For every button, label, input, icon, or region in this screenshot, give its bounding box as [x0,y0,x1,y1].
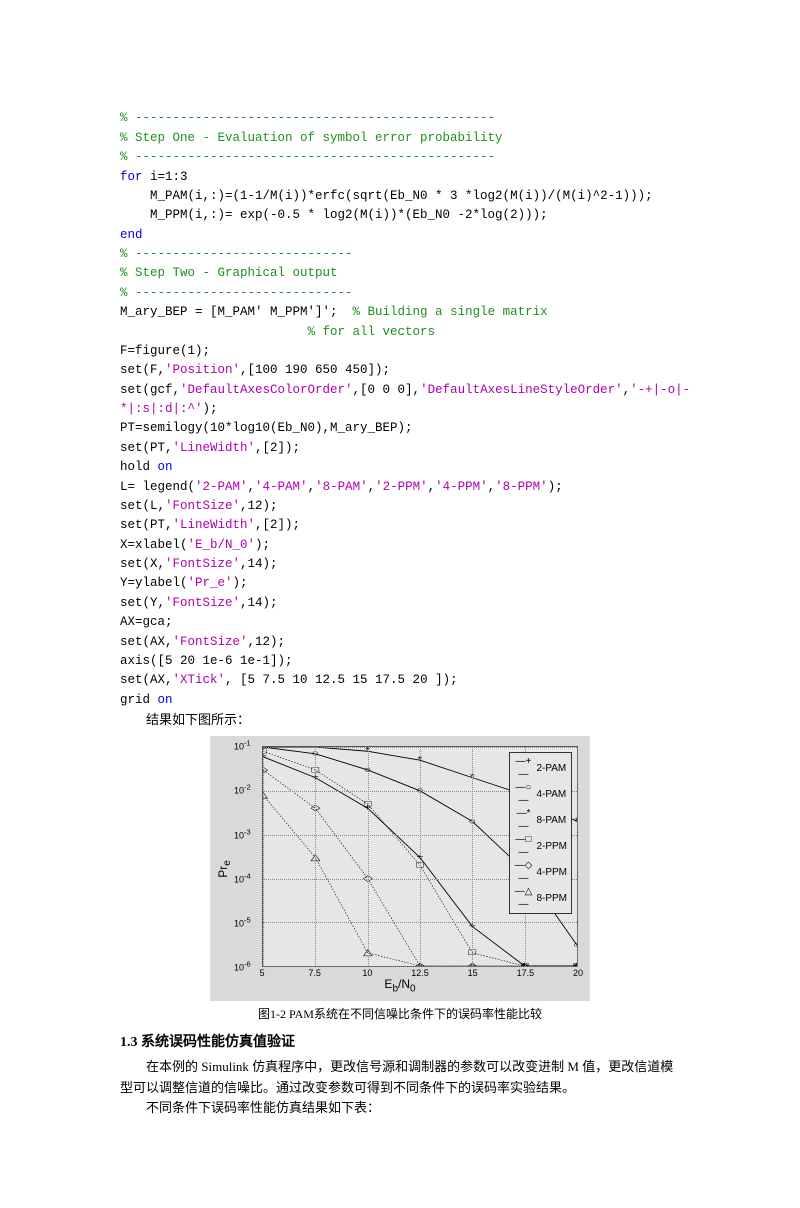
code-text: M_ary_BEP = [M_PAM' M_PPM']'; [120,305,353,319]
code-text: ,[100 190 650 450]); [240,363,390,377]
code-text: grid [120,693,158,707]
code-comment: % Step One - Evaluation of symbol error … [120,131,503,145]
code-text: i=1:3 [143,170,188,184]
code-text: set(AX, [120,635,173,649]
code-string: 'Pr_e' [188,576,233,590]
code-string: '4-PAM' [255,480,308,494]
code-keyword: end [120,228,143,242]
legend-item: —+—2-PAM [514,755,567,781]
code-comment: % for all vectors [120,325,435,339]
code-string: 'FontSize' [165,499,240,513]
code-string: '8-PPM' [495,480,548,494]
result-intro-text: 结果如下图所示： [120,710,680,730]
code-keyword: for [120,170,143,184]
code-string: 'LineWidth' [173,441,256,455]
code-string: '8-PAM' [315,480,368,494]
ber-chart: +++++++○○○○○○○*******□□□□□□□◇◇◇◇◇◇◇△△△△△… [210,736,590,1001]
matlab-code-block: % --------------------------------------… [120,90,680,710]
code-string: 'LineWidth' [173,518,256,532]
code-string: 'XTick' [173,673,226,687]
code-text: axis([5 20 1e-6 1e-1]); [120,654,293,668]
code-comment: % Step Two - Graphical output [120,266,338,280]
code-text: hold [120,460,158,474]
code-text: set(PT, [120,441,173,455]
code-text: ,14); [240,557,278,571]
code-text: ); [233,576,248,590]
code-string: 'Position' [165,363,240,377]
legend-item: —□—2-PPM [514,833,567,859]
code-text: set(PT, [120,518,173,532]
code-string: '2-PPM' [375,480,428,494]
code-text: L= legend( [120,480,195,494]
code-string: '4-PPM' [435,480,488,494]
code-string: 'DefaultAxesLineStyleOrder' [420,383,623,397]
code-string: 'FontSize' [165,557,240,571]
paragraph: 不同条件下误码率性能仿真结果如下表： [120,1098,680,1118]
code-text: PT=semilogy(10*log10(Eb_N0),M_ary_BEP); [120,421,413,435]
code-comment: % --------------------------------------… [120,111,495,125]
code-comment: % ----------------------------- [120,286,353,300]
code-text: set(X, [120,557,165,571]
code-text: , [623,383,631,397]
code-keyword: on [158,460,173,474]
code-text: M_PAM(i,:)=(1-1/M(i))*erfc(sqrt(Eb_N0 * … [120,189,653,203]
code-text: ); [255,538,270,552]
code-keyword: on [158,693,173,707]
code-string: '-+|-o|- [630,383,690,397]
legend-item: —*—8-PAM [514,807,567,833]
code-text: Y=ylabel( [120,576,188,590]
code-string: 'FontSize' [173,635,248,649]
code-string: *|:s|:d|:^' [120,402,203,416]
code-comment: % ----------------------------- [120,247,353,261]
code-text: ,[2]); [255,518,300,532]
code-text: M_PPM(i,:)= exp(-0.5 * log2(M(i))*(Eb_N0… [120,208,548,222]
legend-item: —◇—4-PPM [514,859,567,885]
code-text: ,12); [240,499,278,513]
chart-caption: 图1-2 PAM系统在不同信噪比条件下的误码率性能比较 [120,1005,680,1024]
legend-item: —○—4-PAM [514,781,567,807]
code-string: 'E_b/N_0' [188,538,256,552]
chart-legend: —+—2-PAM—○—4-PAM—*—8-PAM—□—2-PPM—◇—4-PPM… [509,752,572,914]
code-text: X=xlabel( [120,538,188,552]
code-string: '2-PAM' [195,480,248,494]
code-text: ); [203,402,218,416]
code-text: ,[0 0 0], [353,383,421,397]
code-comment: % --------------------------------------… [120,150,495,164]
code-text: ,12); [248,635,286,649]
code-text: set(L, [120,499,165,513]
section-title-1-3: 1.3 系统误码性能仿真值验证 [120,1032,680,1054]
code-text: ,14); [240,596,278,610]
legend-item: —△—8-PPM [514,885,567,911]
code-string: 'FontSize' [165,596,240,610]
code-text: set(F, [120,363,165,377]
chart-ylabel: Pre [214,860,236,878]
code-text: set(Y, [120,596,165,610]
code-text: AX=gca; [120,615,173,629]
code-text: , [5 7.5 10 12.5 15 17.5 20 ]); [225,673,458,687]
code-text: set(AX, [120,673,173,687]
code-text: set(gcf, [120,383,180,397]
code-text: ,[2]); [255,441,300,455]
code-string: 'DefaultAxesColorOrder' [180,383,353,397]
code-text: F=figure(1); [120,344,210,358]
paragraph: 在本例的 Simulink 仿真程序中，更改信号源和调制器的参数可以改变进制 M… [120,1057,680,1097]
code-comment: % Building a single matrix [353,305,548,319]
